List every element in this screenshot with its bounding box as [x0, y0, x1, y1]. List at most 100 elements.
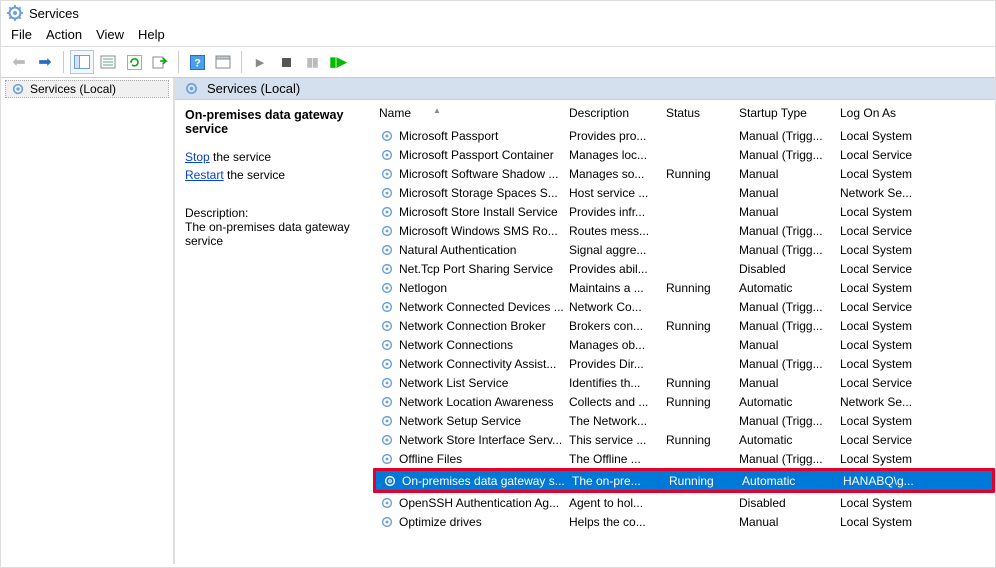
service-startup: Manual (Trigg... — [733, 148, 834, 162]
service-logon: Local Service — [834, 148, 934, 162]
service-status: Running — [660, 376, 733, 390]
export-button[interactable] — [148, 50, 172, 74]
tree-pane: Services (Local) — [1, 78, 175, 564]
service-logon: Network Se... — [834, 186, 934, 200]
svg-text:?: ? — [194, 57, 201, 69]
service-description: Provides Dir... — [563, 357, 660, 371]
service-startup: Manual — [733, 376, 834, 390]
service-row[interactable]: Offline FilesThe Offline ...Manual (Trig… — [373, 449, 995, 468]
gear-icon — [379, 357, 395, 371]
restart-service-button[interactable]: ▮▶ — [326, 50, 350, 74]
gear-icon — [379, 281, 395, 295]
service-row[interactable]: Microsoft Store Install ServiceProvides … — [373, 202, 995, 221]
service-description: Provides abil... — [563, 262, 660, 276]
service-status: Running — [660, 167, 733, 181]
service-logon: Local Service — [834, 433, 934, 447]
gear-icon — [379, 452, 395, 466]
service-row[interactable]: Network Location Awareness Collects and .… — [373, 392, 995, 411]
service-row[interactable]: Microsoft PassportProvides pro...Manual … — [373, 126, 995, 145]
service-row[interactable]: OpenSSH Authentication Ag...Agent to hol… — [373, 493, 995, 512]
service-row[interactable]: Network Connected Devices ...Network Co.… — [373, 297, 995, 316]
service-row[interactable]: Network Connectivity Assist...Provides D… — [373, 354, 995, 373]
service-status: Running — [660, 281, 733, 295]
service-row[interactable]: NetlogonMaintains a ...RunningAutomaticL… — [373, 278, 995, 297]
stop-link[interactable]: Stop — [185, 150, 210, 164]
menu-bar: File Action View Help — [1, 25, 995, 46]
gear-icon — [379, 414, 395, 428]
service-startup: Disabled — [733, 262, 834, 276]
service-name: Network Location Awareness — [399, 395, 554, 409]
service-description: Collects and ... — [563, 395, 660, 409]
service-logon: Local System — [834, 338, 934, 352]
toolbar-separator-3 — [241, 51, 242, 73]
service-row[interactable]: Microsoft Storage Spaces S...Host servic… — [373, 183, 995, 202]
service-status: Running — [660, 395, 733, 409]
service-name: Optimize drives — [399, 515, 482, 529]
window-button[interactable] — [211, 50, 235, 74]
service-startup: Automatic — [733, 433, 834, 447]
refresh-button[interactable] — [122, 50, 146, 74]
restart-suffix: the service — [224, 168, 285, 182]
service-status: Running — [660, 319, 733, 333]
service-description: This service ... — [563, 433, 660, 447]
service-startup: Manual (Trigg... — [733, 452, 834, 466]
show-hide-tree-button[interactable] — [70, 50, 94, 74]
forward-button[interactable]: ➡ — [33, 50, 57, 74]
service-row[interactable]: Network Connection BrokerBrokers con...R… — [373, 316, 995, 335]
service-logon: Local System — [834, 357, 934, 371]
service-row[interactable]: Natural AuthenticationSignal aggre...Man… — [373, 240, 995, 259]
tree-root-item[interactable]: Services (Local) — [5, 80, 169, 98]
menu-file[interactable]: File — [11, 27, 32, 42]
service-name: On-premises data gateway s... — [402, 474, 565, 488]
title-bar: Services — [1, 1, 995, 25]
service-startup: Manual (Trigg... — [733, 357, 834, 371]
gear-icon — [379, 262, 395, 276]
service-description: Network Co... — [563, 300, 660, 314]
help-button[interactable]: ? — [185, 50, 209, 74]
gear-icon — [379, 376, 395, 390]
menu-action[interactable]: Action — [46, 27, 82, 42]
column-name[interactable]: Name▲ — [373, 106, 563, 120]
service-startup: Manual — [733, 167, 834, 181]
service-description: Agent to hol... — [563, 496, 660, 510]
service-description: Signal aggre... — [563, 243, 660, 257]
service-row[interactable]: Network ConnectionsManages ob...ManualLo… — [373, 335, 995, 354]
pane-header: Services (Local) — [175, 78, 995, 100]
service-startup: Manual — [733, 338, 834, 352]
service-startup: Manual (Trigg... — [733, 129, 834, 143]
main-area: Services (Local) Services (Local) On-pre… — [1, 78, 995, 564]
service-row[interactable]: On-premises data gateway s...The on-pre.… — [376, 471, 992, 490]
gear-icon — [379, 243, 395, 257]
gear-icon — [379, 300, 395, 314]
service-row[interactable]: Network Setup ServiceThe Network...Manua… — [373, 411, 995, 430]
service-row[interactable]: Microsoft Windows SMS Ro...Routes mess..… — [373, 221, 995, 240]
service-logon: Local System — [834, 129, 934, 143]
gear-icon — [379, 338, 395, 352]
service-row[interactable]: Network List ServiceIdentifies th...Runn… — [373, 373, 995, 392]
service-row[interactable]: Microsoft Software Shadow ...Manages so.… — [373, 164, 995, 183]
column-logon[interactable]: Log On As — [834, 106, 934, 120]
service-startup: Manual (Trigg... — [733, 224, 834, 238]
gear-icon — [379, 167, 395, 181]
menu-help[interactable]: Help — [138, 27, 165, 42]
column-description[interactable]: Description — [563, 106, 660, 120]
column-startup[interactable]: Startup Type — [733, 106, 834, 120]
menu-view[interactable]: View — [96, 27, 124, 42]
stop-service-button[interactable] — [274, 50, 298, 74]
service-row[interactable]: Network Store Interface Serv...This serv… — [373, 430, 995, 449]
service-row[interactable]: Net.Tcp Port Sharing ServiceProvides abi… — [373, 259, 995, 278]
service-name: Network List Service — [399, 376, 508, 390]
service-logon: Local System — [834, 205, 934, 219]
properties-button[interactable] — [96, 50, 120, 74]
pause-service-button: ▮▮ — [300, 50, 324, 74]
service-row[interactable]: Microsoft Passport ContainerManages loc.… — [373, 145, 995, 164]
column-status[interactable]: Status — [660, 106, 733, 120]
service-name: Netlogon — [399, 281, 447, 295]
restart-link[interactable]: Restart — [185, 168, 224, 182]
service-description: The Offline ... — [563, 452, 660, 466]
service-logon: Local System — [834, 319, 934, 333]
service-logon: Local System — [834, 515, 934, 529]
gear-icon — [379, 515, 395, 529]
service-row[interactable]: Optimize drivesHelps the co...ManualLoca… — [373, 512, 995, 531]
service-rows: Microsoft PassportProvides pro...Manual … — [373, 126, 995, 564]
